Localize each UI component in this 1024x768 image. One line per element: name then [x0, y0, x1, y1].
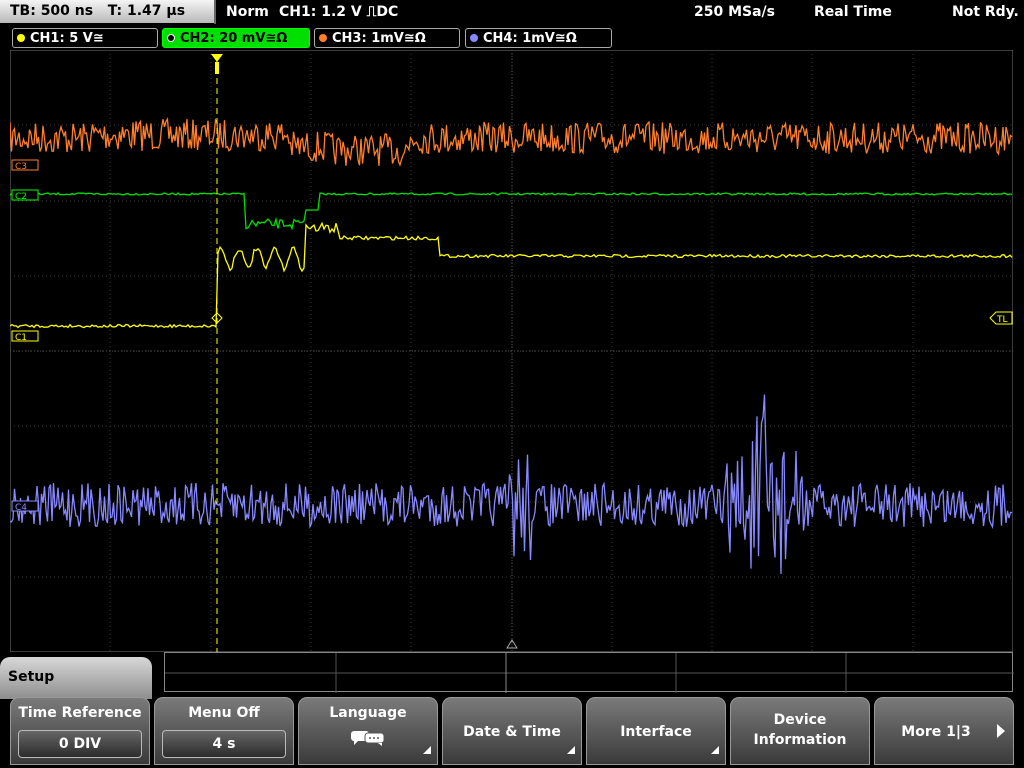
date-time-label: Date & Time: [463, 724, 561, 740]
channel-2-label: CH2: 20 mV≅Ω: [180, 31, 288, 46]
language-button[interactable]: Language: [298, 697, 438, 765]
channel-3-tab[interactable]: CH3: 1mV≅Ω: [314, 28, 460, 48]
more-label: More 1|3: [901, 724, 971, 740]
c3-marker-label: C3: [15, 162, 27, 172]
channel-2-dot-icon: [167, 34, 175, 42]
submenu-corner-icon: [423, 746, 431, 754]
more-button[interactable]: More 1|3: [874, 697, 1014, 765]
interface-button[interactable]: Interface: [586, 697, 726, 765]
trigger-position-stem: [215, 62, 219, 74]
menu-off-value[interactable]: 4 s: [162, 730, 286, 758]
submenu-corner-icon: [567, 746, 575, 754]
channel-2-tab[interactable]: CH2: 20 mV≅Ω: [162, 28, 310, 48]
language-label: Language: [329, 705, 407, 721]
menu-info-area: [164, 652, 1014, 693]
menu-off-label: Menu Off: [188, 705, 260, 721]
sample-rate: 250 MSa/s: [694, 4, 776, 20]
c4-marker[interactable]: C4: [11, 500, 39, 513]
submenu-corner-icon: [711, 746, 719, 754]
c3-marker[interactable]: C3: [11, 159, 39, 172]
timebase-box[interactable]: TB: 500 ns T: 1.47 µs: [0, 0, 214, 23]
c4-marker-label: C4: [15, 503, 27, 513]
time-reference-label: Time Reference: [18, 705, 142, 721]
channel-3-dot-icon: [319, 34, 327, 42]
trigger-level-label: TL: [996, 315, 1008, 325]
timebase-value: TB: 500 ns: [10, 3, 94, 19]
channel-1-dot-icon: [17, 34, 25, 42]
channel-1-tab[interactable]: CH1: 5 V≅: [12, 28, 158, 48]
channel-bar: CH1: 5 V≅ CH2: 20 mV≅Ω CH3: 1mV≅Ω CH4: 1…: [0, 24, 1024, 50]
c1-marker[interactable]: C1: [11, 330, 39, 343]
acquisition-status: Not Rdy.: [952, 4, 1019, 20]
setup-tab-label: Setup: [8, 669, 55, 685]
date-time-button[interactable]: Date & Time: [442, 697, 582, 765]
waveform-svg: C3 C2 C1 C4 TL: [9, 49, 1014, 653]
device-information-button[interactable]: Device Information: [730, 697, 870, 765]
trigger-time-value: T: 1.47 µs: [107, 3, 186, 19]
top-status-bar: TB: 500 ns T: 1.47 µs Norm CH1: 1.2 V ⎍D…: [0, 0, 1024, 24]
channel-4-label: CH4: 1mV≅Ω: [483, 31, 577, 46]
c2-marker-label: C2: [15, 192, 27, 202]
speech-bubble-icon: [351, 731, 385, 746]
trigger-mode[interactable]: Norm: [226, 0, 269, 24]
channel-3-label: CH3: 1mV≅Ω: [332, 31, 426, 46]
trigger-info[interactable]: CH1: 1.2 V ⎍DC: [279, 0, 398, 24]
channel-4-tab[interactable]: CH4: 1mV≅Ω: [465, 28, 612, 48]
waveform-display[interactable]: C3 C2 C1 C4 TL: [9, 49, 1014, 653]
arrow-right-icon: [997, 724, 1005, 738]
time-reference-button[interactable]: Time Reference 0 DIV: [10, 697, 150, 765]
channel-4-dot-icon: [470, 34, 478, 42]
interface-label: Interface: [620, 724, 692, 740]
setup-tab[interactable]: Setup: [0, 657, 152, 699]
acquisition-mode: Real Time: [814, 4, 892, 20]
device-information-label-1: Device: [773, 712, 827, 728]
c2-marker[interactable]: C2: [11, 189, 39, 202]
topbar-separator: [214, 0, 216, 24]
c1-marker-label: C1: [15, 333, 27, 343]
info-area-grid: [165, 653, 1014, 693]
menu-off-button[interactable]: Menu Off 4 s: [154, 697, 294, 765]
device-information-label-2: Information: [753, 732, 847, 748]
time-reference-value[interactable]: 0 DIV: [18, 730, 142, 758]
channel-1-label: CH1: 5 V≅: [30, 31, 104, 46]
